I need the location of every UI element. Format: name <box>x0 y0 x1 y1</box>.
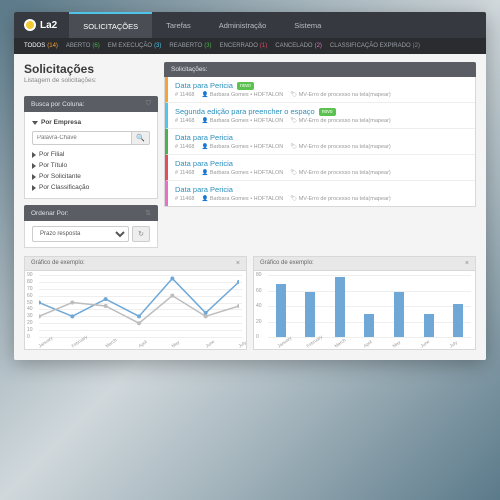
item-user: 👤 Barbara Gomes • HOFTALON <box>201 170 283 176</box>
left-column: Solicitações Listagem de solicitações: B… <box>24 62 158 248</box>
filter-row[interactable]: Por Solicitante <box>32 171 150 182</box>
item-title: Data para Pericia <box>175 159 468 168</box>
search-icon: 🔍 <box>136 134 145 142</box>
item-tag: 🏷 MV-Erro de processo na tela(mapear) <box>290 118 391 124</box>
request-list: Data para Pericia novo # 11468 👤 Barbara G… <box>164 77 476 207</box>
close-icon[interactable]: × <box>236 260 240 267</box>
filter-expanded[interactable]: Por Empresa <box>32 117 150 128</box>
app-window: La2 SOLICITAÇÕESTarefasAdministraçãoSist… <box>14 12 486 360</box>
tab-administração[interactable]: Administração <box>205 12 281 38</box>
item-id: # 11468 <box>175 92 194 98</box>
item-tag: 🏷 MV-Erro de processo na tela(mapear) <box>290 196 391 202</box>
search-panel-body: Por Empresa 🔍 Por FilialPor TítuloPor So… <box>24 112 158 199</box>
charts-row: Gráfico de exemplo: × 010203040506070809… <box>14 256 486 360</box>
item-meta: # 11468 👤 Barbara Gomes • HOFTALON 🏷 MV-Er… <box>175 196 468 202</box>
subtab[interactable]: EM EXECUÇÃO (3) <box>108 43 162 49</box>
subtab[interactable]: TODOS (14) <box>24 43 58 49</box>
new-badge: novo <box>237 82 254 90</box>
main-content: Solicitações Listagem de solicitações: B… <box>14 54 486 256</box>
brand-logo[interactable]: La2 <box>24 19 57 31</box>
item-title: Data para Pericia novo <box>175 81 468 90</box>
page-header: Solicitações Listagem de solicitações: <box>24 62 158 90</box>
search-input-row: 🔍 <box>32 131 150 145</box>
close-icon[interactable]: × <box>465 260 469 267</box>
filter-tabs: TODOS (14) ABERTO (6) EM EXECUÇÃO (3) REABE… <box>14 38 486 54</box>
tab-tarefas[interactable]: Tarefas <box>152 12 205 38</box>
item-tag: 🏷 MV-Erro de processo na tela(mapear) <box>290 170 391 176</box>
chevron-down-icon <box>32 121 38 125</box>
item-meta: # 11468 👤 Barbara Gomes • HOFTALON 🏷 MV-Er… <box>175 92 468 98</box>
list-item[interactable]: Data para Pericia # 11468 👤 Barbara Gomes… <box>165 155 475 181</box>
bar <box>335 277 345 337</box>
sort-icon[interactable]: ⇅ <box>145 209 151 217</box>
item-meta: # 11468 👤 Barbara Gomes • HOFTALON 🏷 MV-Er… <box>175 170 468 176</box>
new-badge: novo <box>319 108 336 116</box>
subtab[interactable]: REABERTO (3) <box>169 43 211 49</box>
item-meta: # 11468 👤 Barbara Gomes • HOFTALON 🏷 MV-Er… <box>175 144 468 150</box>
chart-header: Gráfico de exemplo: × <box>25 257 246 271</box>
list-item[interactable]: Data para Pericia # 11468 👤 Barbara Gomes… <box>165 129 475 155</box>
filter-row[interactable]: Por Filial <box>32 149 150 160</box>
bar <box>424 314 434 337</box>
item-meta: # 11468 👤 Barbara Gomes • HOFTALON 🏷 MV-Er… <box>175 118 468 124</box>
sort-panel-body: Prazo resposta ↻ <box>24 221 158 248</box>
item-id: # 11468 <box>175 144 194 150</box>
item-title: Segunda edição para preencher o espaço n… <box>175 107 468 116</box>
filter-row[interactable]: Por Classificação <box>32 182 150 193</box>
item-user: 👤 Barbara Gomes • HOFTALON <box>201 196 283 202</box>
item-id: # 11468 <box>175 118 194 124</box>
subtab[interactable]: ABERTO (6) <box>66 43 100 49</box>
bar-chart-panel: Gráfico de exemplo: × 020406080JanuaryFe… <box>253 256 476 350</box>
search-panel-header: Busca por Coluna: ⛉ <box>24 96 158 112</box>
bar-chart: 020406080JanuaryFebruaryMarchAprilMayJun… <box>254 271 475 349</box>
subtab[interactable]: CANCELADO (2) <box>275 43 322 49</box>
filter-row[interactable]: Por Título <box>32 160 150 171</box>
page-title: Solicitações <box>24 62 158 76</box>
chevron-right-icon <box>32 185 36 191</box>
bar <box>364 314 374 337</box>
list-item[interactable]: Segunda edição para preencher o espaço n… <box>165 103 475 129</box>
chart-header: Gráfico de exemplo: × <box>254 257 475 271</box>
list-header: Solicitações: <box>164 62 476 77</box>
item-id: # 11468 <box>175 170 194 176</box>
search-button[interactable]: 🔍 <box>132 131 150 145</box>
item-user: 👤 Barbara Gomes • HOFTALON <box>201 144 283 150</box>
search-input[interactable] <box>32 131 132 145</box>
tab-solicitações[interactable]: SOLICITAÇÕES <box>69 12 152 38</box>
item-user: 👤 Barbara Gomes • HOFTALON <box>201 118 283 124</box>
bar <box>305 292 315 337</box>
chevron-right-icon <box>32 174 36 180</box>
sort-panel-header: Ordenar Por: ⇅ <box>24 205 158 221</box>
refresh-icon: ↻ <box>138 230 144 238</box>
line-chart: 0102030405060708090JanuaryFebruaryMarchA… <box>25 271 246 349</box>
subtab[interactable]: ENCERRADO (1) <box>220 43 268 49</box>
bar <box>276 284 286 337</box>
refresh-button[interactable]: ↻ <box>132 226 150 242</box>
main-tabs: SOLICITAÇÕESTarefasAdministraçãoSistema <box>69 12 335 38</box>
page-subtitle: Listagem de solicitações: <box>24 77 158 84</box>
sort-panel: Ordenar Por: ⇅ Prazo resposta ↻ <box>24 205 158 248</box>
item-user: 👤 Barbara Gomes • HOFTALON <box>201 92 283 98</box>
brand-text: La2 <box>40 20 57 31</box>
list-item[interactable]: Data para Pericia novo # 11468 👤 Barbara G… <box>165 77 475 103</box>
bar <box>453 304 463 337</box>
subtab[interactable]: CLASSIFICAÇÃO EXPIRADO (2) <box>330 43 420 49</box>
filter-icon[interactable]: ⛉ <box>146 100 151 108</box>
bar <box>394 292 404 337</box>
chevron-right-icon <box>32 163 36 169</box>
top-nav: La2 SOLICITAÇÕESTarefasAdministraçãoSist… <box>14 12 486 38</box>
item-id: # 11468 <box>175 196 194 202</box>
item-tag: 🏷 MV-Erro de processo na tela(mapear) <box>290 92 391 98</box>
item-tag: 🏷 MV-Erro de processo na tela(mapear) <box>290 144 391 150</box>
logo-icon <box>24 19 36 31</box>
chevron-right-icon <box>32 152 36 158</box>
sort-select[interactable]: Prazo resposta <box>32 226 129 242</box>
right-column: Solicitações: Data para Pericia novo # 11… <box>164 62 476 248</box>
item-title: Data para Pericia <box>175 185 468 194</box>
line-chart-panel: Gráfico de exemplo: × 010203040506070809… <box>24 256 247 350</box>
search-panel: Busca por Coluna: ⛉ Por Empresa 🔍 Por F <box>24 96 158 199</box>
tab-sistema[interactable]: Sistema <box>280 12 335 38</box>
item-title: Data para Pericia <box>175 133 468 142</box>
list-item[interactable]: Data para Pericia # 11468 👤 Barbara Gomes… <box>165 181 475 206</box>
